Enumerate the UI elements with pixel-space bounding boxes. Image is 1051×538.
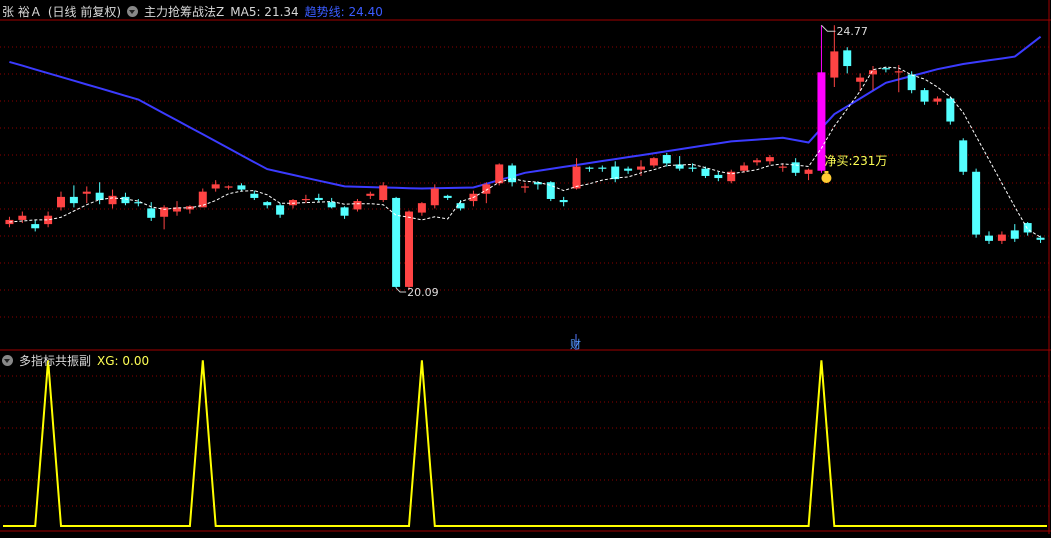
candle-body[interactable] (753, 160, 761, 163)
sub-indicator-name[interactable]: 多指标共振副 (19, 354, 91, 368)
money-bag-icon (824, 171, 829, 173)
candle-body[interactable] (121, 196, 130, 204)
candle-body[interactable] (301, 198, 310, 201)
candle-body[interactable] (521, 186, 529, 188)
money-bag-icon[interactable] (821, 173, 832, 183)
candle-body[interactable] (624, 168, 633, 171)
candle-body[interactable] (482, 184, 491, 194)
candle-body[interactable] (946, 98, 955, 122)
high-leader (821, 24, 836, 32)
candle-body[interactable] (933, 98, 942, 102)
xg-signal-line (3, 360, 1047, 527)
candle-body[interactable] (611, 166, 620, 180)
trend-value: 趋势线: 24.40 (304, 5, 383, 19)
candle-body[interactable] (57, 196, 65, 208)
candle-body[interactable] (417, 203, 426, 213)
net-buy-label[interactable]: 净买:231万 (824, 154, 887, 168)
candle-body[interactable] (430, 188, 439, 206)
candle-body[interactable] (147, 208, 156, 218)
candle-body[interactable] (843, 50, 852, 67)
candle-body[interactable] (688, 167, 697, 169)
candle-body[interactable] (920, 90, 929, 102)
candle-body[interactable] (237, 185, 246, 190)
candle-body[interactable] (701, 168, 710, 176)
candle-body[interactable] (495, 164, 504, 184)
candle-body[interactable] (662, 155, 671, 164)
candle-body[interactable] (250, 193, 259, 198)
candle-body[interactable] (276, 205, 285, 215)
candle-body[interactable] (778, 166, 787, 168)
candle-body[interactable] (740, 165, 749, 171)
high-price-label: 24.77 (836, 25, 868, 38)
main-chart-header: 张 裕Ａ (日线 前复权) 主力抢筹战法Z MA5: 21.34 趋势线: 24.40 (2, 2, 389, 22)
candle-body[interactable] (69, 196, 78, 204)
candle-body[interactable] (327, 202, 336, 208)
candle-body[interactable] (31, 224, 40, 229)
candle-body[interactable] (830, 51, 839, 78)
candle-body[interactable] (82, 191, 91, 194)
candle-body[interactable] (804, 169, 813, 174)
candle-body[interactable] (598, 167, 607, 169)
candle-body[interactable] (353, 201, 362, 210)
candle-body[interactable] (856, 77, 865, 82)
candle-body[interactable] (263, 202, 272, 206)
candle-body[interactable] (405, 211, 413, 287)
candle-body[interactable] (714, 174, 723, 179)
candle-body[interactable] (108, 195, 117, 205)
candle-body[interactable] (198, 191, 207, 208)
chart-stage[interactable]: 24.77 20.09 净买:231万财 张 裕Ａ (日线 前复权) 主力抢筹战法Z MA… (0, 0, 1051, 534)
ma5-value: MA5: 21.34 (230, 5, 299, 19)
candle-body[interactable] (1010, 230, 1019, 239)
candle-body[interactable] (894, 71, 903, 73)
candle-body[interactable] (649, 158, 658, 166)
chart-canvas[interactable]: 24.77 20.09 净买:231万财 (0, 0, 1051, 534)
candle-body[interactable] (559, 200, 568, 203)
candle-body[interactable] (572, 166, 581, 189)
candle-body[interactable] (585, 167, 594, 169)
dropdown-icon[interactable] (2, 355, 13, 366)
candle-body[interactable] (637, 166, 645, 170)
candle-body[interactable] (340, 207, 349, 216)
candle-body[interactable] (379, 185, 388, 201)
candle-body[interactable] (765, 157, 774, 162)
stock-name[interactable]: 张 裕Ａ (2, 5, 42, 19)
candle-body[interactable] (224, 186, 233, 188)
candle-body[interactable] (443, 195, 452, 198)
low-price-label: 20.09 (407, 286, 439, 299)
candle-body[interactable] (972, 171, 981, 235)
candle-body[interactable] (366, 193, 375, 196)
xg-value: XG: 0.00 (97, 354, 150, 368)
candle-body[interactable] (314, 197, 323, 201)
candle-body[interactable] (392, 197, 401, 287)
indicator-name[interactable]: 主力抢筹战法Z (144, 5, 224, 19)
dropdown-icon[interactable] (127, 6, 139, 17)
candle-body[interactable] (907, 74, 916, 91)
period-label[interactable]: (日线 前复权) (48, 5, 121, 19)
candle-body[interactable] (881, 68, 890, 70)
candle-body[interactable] (211, 184, 220, 189)
candle-body[interactable] (791, 162, 800, 173)
candle-body[interactable] (18, 215, 27, 220)
candle-body[interactable] (869, 70, 877, 75)
sub-chart-header: 多指标共振副 XG: 0.00 (2, 351, 155, 371)
candle-body[interactable] (1036, 237, 1045, 240)
candle-body[interactable] (997, 234, 1006, 241)
candle-body[interactable] (959, 140, 968, 172)
candle-body[interactable] (985, 235, 993, 241)
finance-event-marker[interactable]: 财 (570, 337, 581, 351)
candle-body[interactable] (289, 200, 297, 206)
